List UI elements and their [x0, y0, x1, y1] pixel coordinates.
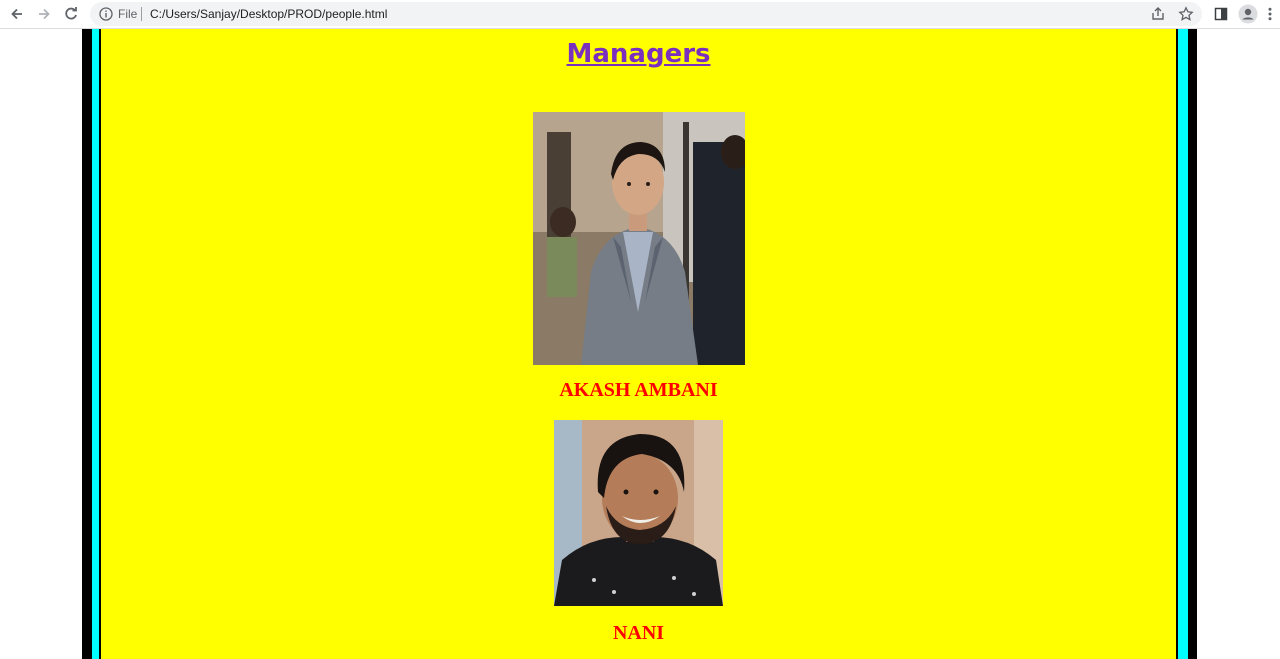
person-photo-nani	[554, 420, 723, 606]
profile-icon[interactable]	[1237, 3, 1259, 25]
file-scheme-label: File	[118, 7, 138, 21]
menu-icon[interactable]	[1259, 3, 1280, 25]
person-name: NANI	[612, 622, 665, 644]
share-icon[interactable]	[1150, 6, 1166, 22]
forward-icon[interactable]	[33, 3, 55, 25]
page-viewport: Managers AKASH AMBANI NANI	[0, 29, 1280, 659]
url-text[interactable]: C:/Users/Sanjay/Desktop/PROD/people.html	[150, 6, 387, 22]
page-title: Managers	[566, 39, 711, 69]
star-icon[interactable]	[1178, 6, 1194, 22]
person-name: AKASH AMBANI	[559, 379, 718, 401]
address-bar[interactable]: File C:/Users/Sanjay/Desktop/PROD/people…	[90, 2, 1202, 26]
info-icon[interactable]	[98, 6, 114, 22]
omnibox-divider	[141, 7, 142, 21]
browser-toolbar: File C:/Users/Sanjay/Desktop/PROD/people…	[0, 0, 1280, 29]
reload-icon[interactable]	[60, 3, 82, 25]
person-photo-akash	[533, 112, 745, 365]
back-icon[interactable]	[6, 3, 28, 25]
side-panel-icon[interactable]	[1210, 3, 1232, 25]
page-content: Managers AKASH AMBANI NANI	[101, 29, 1176, 659]
